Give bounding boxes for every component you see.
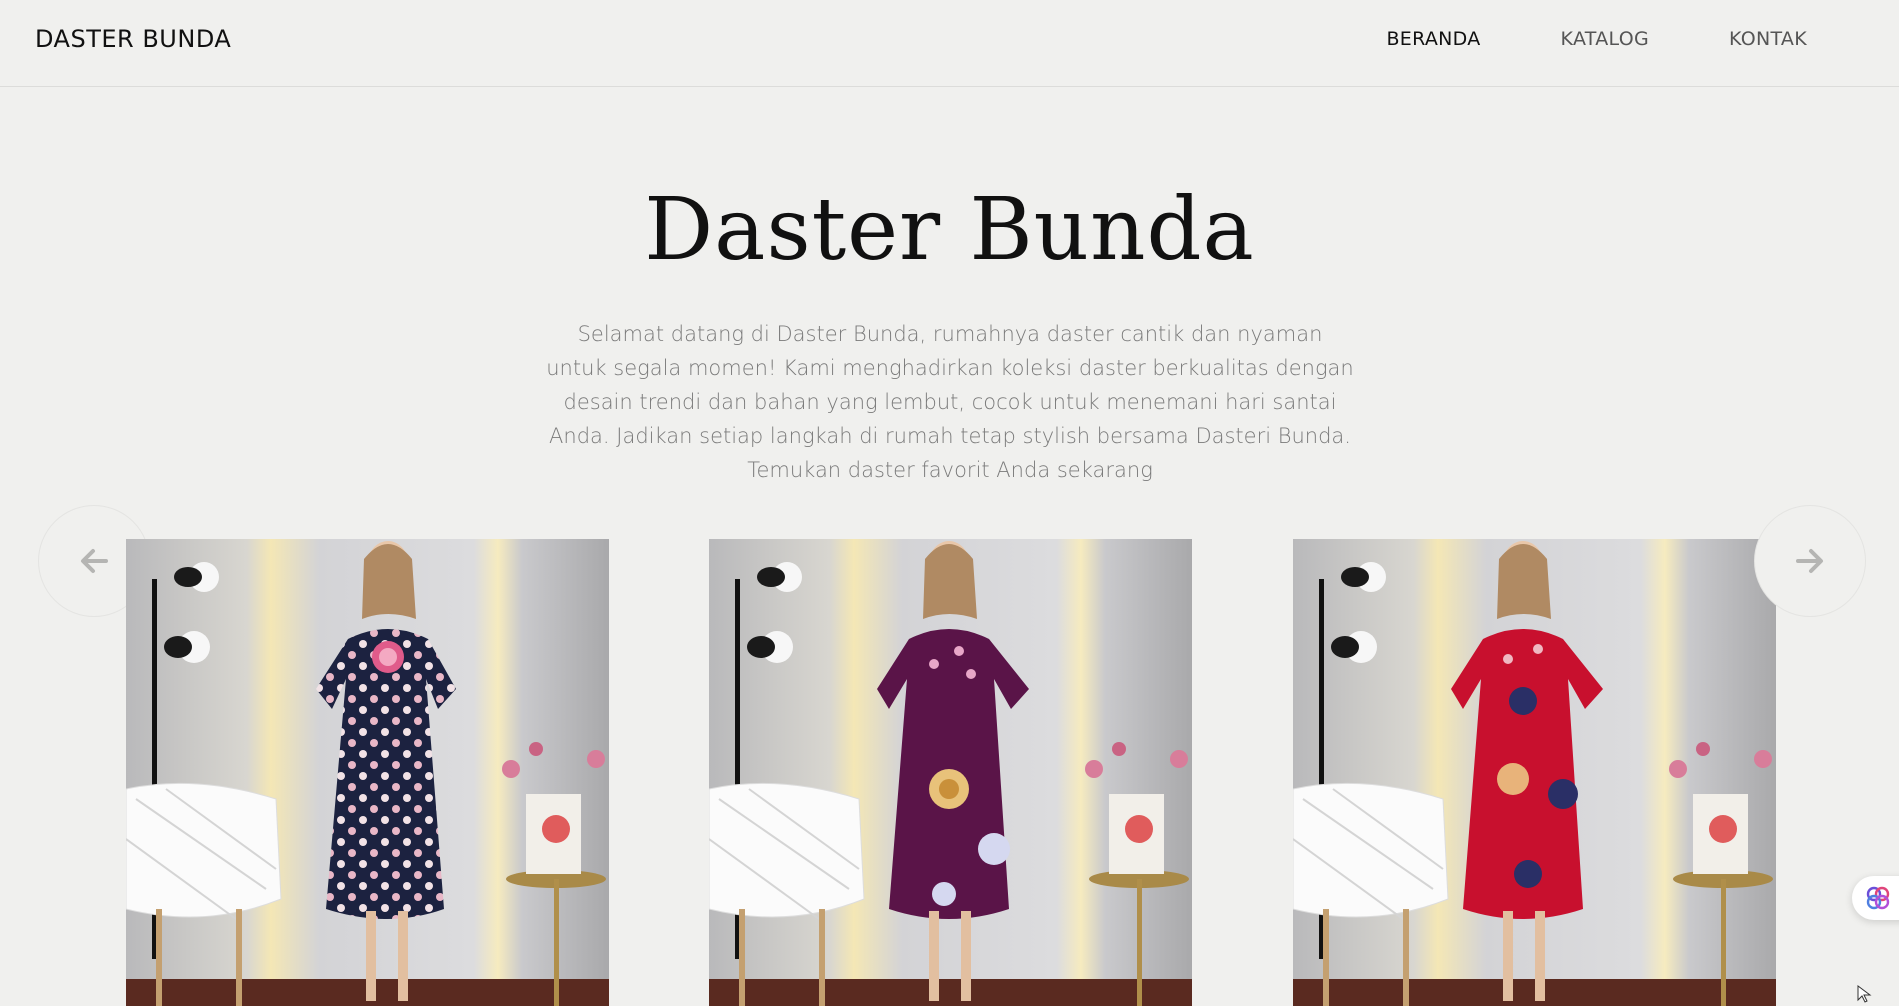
brain-icon <box>1866 886 1890 910</box>
arrow-right-icon <box>1796 549 1823 573</box>
product-card[interactable] <box>1293 539 1776 1006</box>
site-header: DASTER BUNDA BERANDA KATALOG KONTAK <box>0 0 1899 87</box>
arrow-left-icon <box>81 549 108 573</box>
product-image <box>1293 539 1776 1006</box>
nav-item-beranda[interactable]: BERANDA <box>1386 28 1480 50</box>
product-carousel <box>0 505 1899 1006</box>
brand-logo[interactable]: DASTER BUNDA <box>35 25 231 53</box>
product-card[interactable] <box>126 539 609 1006</box>
nav-item-katalog[interactable]: KATALOG <box>1561 28 1649 50</box>
hero-description: Selamat datang di Daster Bunda, rumahnya… <box>546 322 1354 482</box>
hero-title: Daster Bunda <box>644 180 1255 280</box>
nav-item-kontak[interactable]: KONTAK <box>1729 28 1807 50</box>
cursor-icon <box>1857 985 1872 1003</box>
floating-assistant-button[interactable] <box>1852 876 1899 920</box>
main-nav: BERANDA KATALOG KONTAK <box>1386 28 1807 50</box>
product-image <box>709 539 1192 1006</box>
product-image <box>126 539 609 1006</box>
product-card[interactable] <box>709 539 1192 1006</box>
carousel-next-button[interactable] <box>1754 505 1866 617</box>
